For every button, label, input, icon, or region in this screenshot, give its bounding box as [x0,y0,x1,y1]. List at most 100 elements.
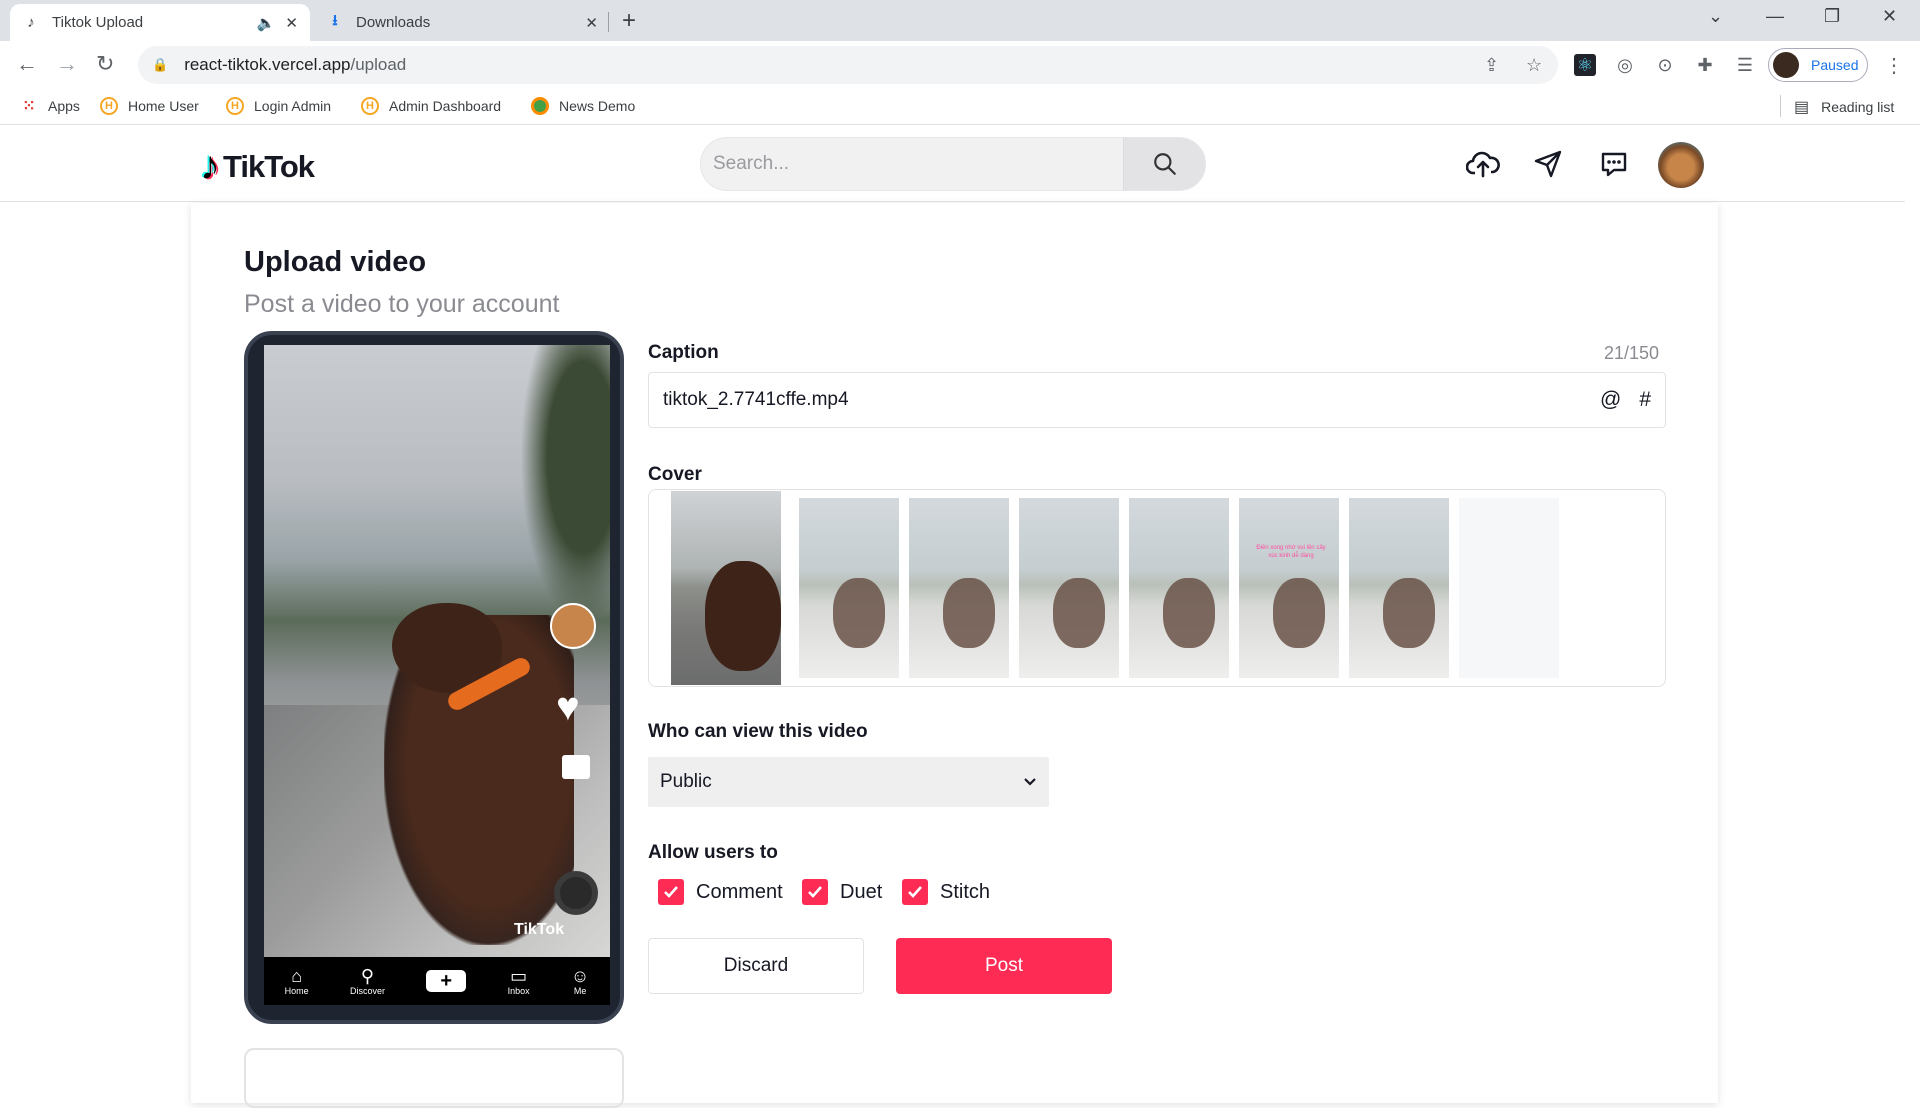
speaker-icon[interactable]: 🔈 [257,14,276,32]
forward-icon[interactable]: → [56,51,78,77]
privacy-select[interactable]: Public [648,757,1049,807]
tree-shape [520,345,610,625]
hashtag-button[interactable]: # [1639,388,1651,412]
cover-thumbnail[interactable] [1019,498,1119,678]
phone-nav-create: + [426,970,467,992]
puzzle-icon[interactable]: ✚ [1694,54,1716,76]
phone-nav-inbox: ▭ Inbox [508,966,530,996]
comment-icon [562,755,590,779]
bookmark-label: Admin Dashboard [389,98,502,114]
nav-label: Discover [349,986,385,996]
cover-thumbnail[interactable] [909,498,1009,678]
cover-thumbnail[interactable] [799,498,899,678]
nav-label: Inbox [507,986,530,996]
extension-icon[interactable]: ⊙ [1654,54,1676,76]
inbox-icon: ▭ [510,966,528,986]
react-devtools-icon[interactable]: ⚛ [1574,54,1596,76]
checkbox-checked-icon[interactable] [802,879,828,905]
bookmark-admin-dashboard[interactable]: H Admin Dashboard [361,97,501,115]
close-window-button[interactable]: ✕ [1882,6,1897,27]
tab-tiktok-upload[interactable]: ♪ Tiktok Upload 🔈 ✕ [10,4,310,41]
duet-checkbox[interactable]: Duet [802,879,882,905]
phone-nav-discover: ⚲ Discover [350,966,385,996]
tab-search-icon[interactable]: ⌄ [1708,6,1723,27]
dog-shape [1163,578,1215,648]
plus-icon: + [426,970,467,992]
minimize-button[interactable]: — [1766,6,1784,27]
h-favicon-icon: H [226,97,244,115]
video-preview[interactable]: ♥ TikTok [264,345,610,957]
checkbox-checked-icon[interactable] [902,879,928,905]
new-tab-button[interactable]: + [622,7,636,35]
reading-list-label: Reading list [1821,99,1895,115]
allow-label: Allow users to [648,842,778,863]
cloud-upload-icon [1466,151,1500,178]
url-path: /upload [350,55,407,74]
restore-button[interactable]: ❐ [1824,6,1840,27]
avatar [1773,52,1799,78]
video-preview-phone: ♥ TikTok ⌂ Home ⚲ Discover + ▭ Inbox ☺ Me [244,331,624,1024]
bookmark-login-admin[interactable]: H Login Admin [226,97,331,115]
dog-shape [1383,578,1435,648]
bookmark-label: Home User [128,98,199,114]
bookmark-home-user[interactable]: H Home User [100,97,199,115]
cover-thumbnail[interactable] [1349,498,1449,678]
tiktok-watermark: TikTok [514,921,565,938]
bookmark-label: Apps [48,98,80,114]
browser-tabbar: ♪ Tiktok Upload 🔈 ✕ ⭳ Downloads ✕ + ⌄ — … [0,0,1920,41]
menu-icon[interactable]: ⋮ [1884,53,1904,78]
extension-icon[interactable]: ◎ [1614,54,1636,76]
tiktok-logo[interactable]: ♪ TikTok [200,144,315,189]
cover-thumbnail[interactable]: Điên xong nhớ vui lên cây xúc kinh dễ dà… [1239,498,1339,678]
music-disc-icon [554,871,598,915]
cover-thumbnail-empty [1459,498,1559,678]
profile-button[interactable]: Paused [1768,48,1868,82]
bookmark-star-icon[interactable]: ☆ [1526,55,1542,76]
stitch-checkbox[interactable]: Stitch [902,879,990,905]
duet-label: Duet [840,880,883,903]
caption-counter: 21/150 [1604,343,1660,363]
close-tab-icon[interactable]: ✕ [585,14,598,32]
avatar[interactable] [1658,142,1704,188]
search-icon: ⚲ [360,966,375,986]
share-icon[interactable]: ⇪ [1484,55,1499,76]
messages-button[interactable] [1530,146,1566,182]
tab-downloads[interactable]: ⭳ Downloads ✕ [314,4,610,41]
h-favicon-icon: H [100,97,118,115]
phone-nav-home: ⌂ Home [285,966,309,996]
reading-list-button[interactable]: ▤ Reading list [1794,97,1894,117]
address-bar[interactable]: 🔒 react-tiktok.vercel.app/upload [138,46,1558,84]
tab-title: Tiktok Upload [52,14,144,31]
lock-icon[interactable]: 🔒 [152,57,168,73]
back-icon[interactable]: ← [16,51,38,77]
bookmark-news-demo[interactable]: News Demo [531,97,635,115]
cover-thumbnail-selected[interactable] [671,491,781,685]
close-tab-icon[interactable]: ✕ [285,14,298,32]
search-input[interactable] [701,138,1123,190]
nav-label: Home [284,986,309,996]
phone-nav-me: ☺ Me [571,966,589,996]
caption-field: @ # [648,372,1666,428]
cover-overlay-text: Điên xong nhớ vui lên cây xúc kinh dễ dà… [1256,545,1326,559]
dog-shape [943,578,995,648]
post-button[interactable]: Post [896,938,1112,994]
bookmark-apps[interactable]: ⁙ Apps [20,97,80,115]
logo-text: TikTok [223,148,315,184]
reload-icon[interactable]: ↻ [96,51,114,77]
url-host: react-tiktok.vercel.app [184,55,351,74]
browser-toolbar: ← → ↻ 🔒 react-tiktok.vercel.app/upload ⇪… [0,41,1920,89]
scrollbar[interactable] [1905,126,1920,1078]
video-info-box [244,1048,624,1108]
comment-checkbox[interactable]: Comment [658,879,783,905]
inbox-button[interactable] [1596,146,1632,182]
upload-button[interactable] [1465,146,1501,182]
media-control-icon[interactable]: ☰ [1734,54,1756,76]
checkbox-checked-icon[interactable] [658,879,684,905]
discard-button[interactable]: Discard [648,938,864,994]
cover-thumbnail[interactable] [1129,498,1229,678]
bookmark-label: Login Admin [254,98,332,114]
tab-separator [608,12,609,32]
caption-input[interactable] [663,389,1582,411]
mention-button[interactable]: @ [1600,388,1621,412]
search-button[interactable] [1123,138,1205,190]
